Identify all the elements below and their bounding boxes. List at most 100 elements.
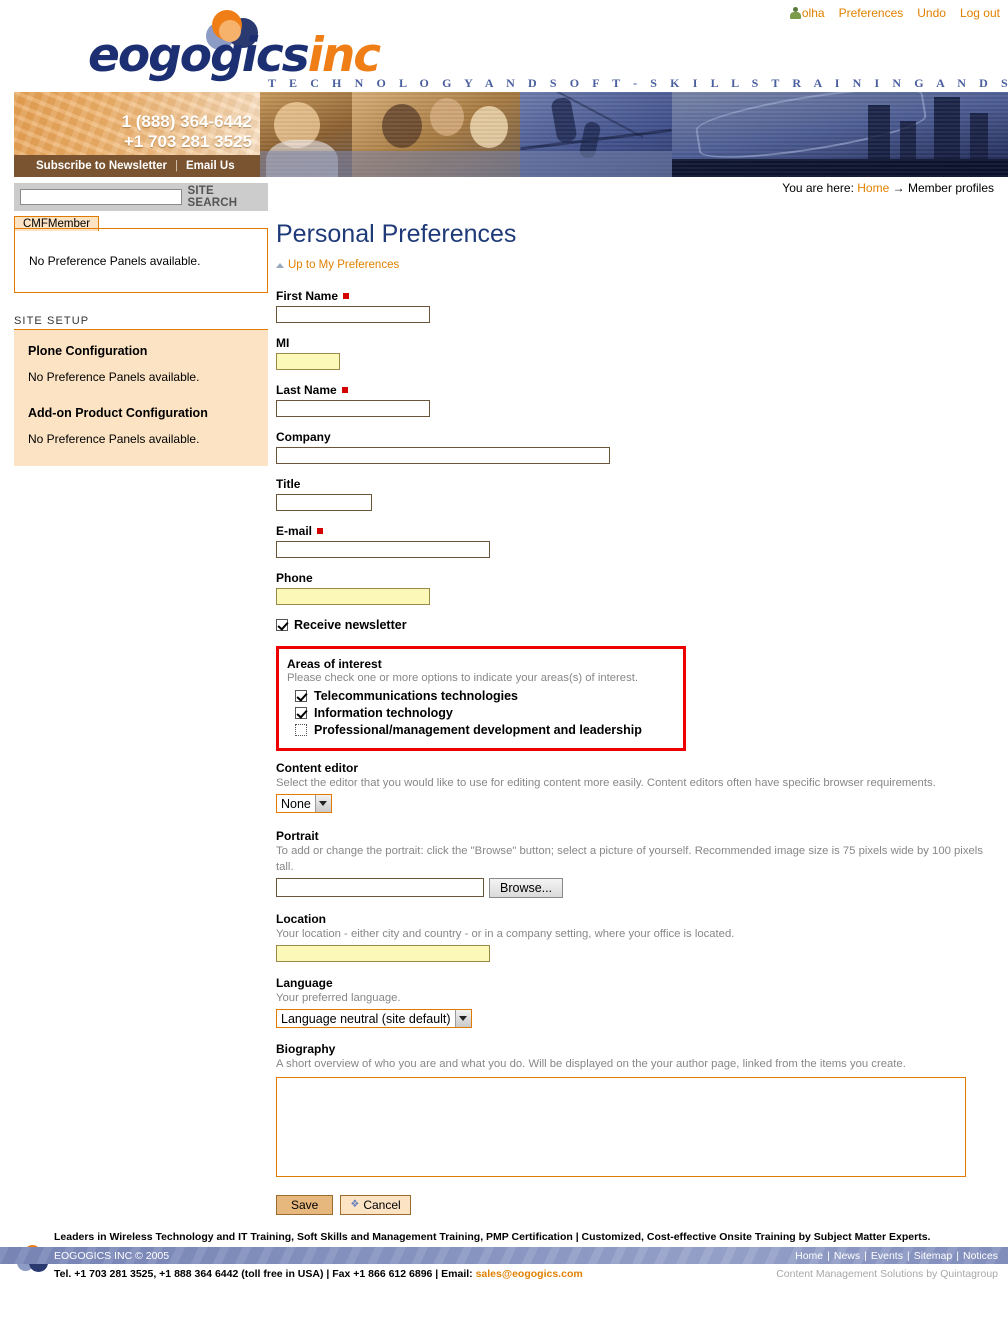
field-last-name: Last Name bbox=[276, 383, 1000, 417]
cancel-button-label: Cancel bbox=[363, 1197, 401, 1212]
areas-of-interest-title: Areas of interest bbox=[287, 657, 382, 671]
biography-textarea[interactable] bbox=[276, 1076, 966, 1177]
breadcrumb: You are here: Home → Member profiles bbox=[782, 181, 994, 195]
footer-copyright: EOGOGICS INC © 2005 bbox=[54, 1249, 170, 1262]
receive-newsletter-checkbox[interactable] bbox=[276, 619, 288, 631]
footer-nav-home[interactable]: Home bbox=[795, 1250, 823, 1262]
language-selected-value: Language neutral (site default) bbox=[281, 1011, 451, 1026]
up-to-preferences[interactable]: Up to My Preferences bbox=[276, 259, 1000, 271]
email-us-link[interactable]: Email Us bbox=[186, 160, 235, 172]
field-language: Language Your preferred language. Langua… bbox=[276, 976, 1000, 1029]
arrow-up-icon bbox=[276, 262, 284, 268]
field-email: E-mail bbox=[276, 524, 1000, 558]
professional-development-checkbox[interactable] bbox=[295, 724, 307, 736]
biography-label-text: Biography bbox=[276, 1042, 336, 1057]
telecom-technologies-checkbox[interactable] bbox=[295, 690, 307, 702]
logo-text-secondary: inc bbox=[307, 28, 381, 83]
location-input[interactable] bbox=[276, 945, 490, 962]
content-editor-help: Select the editor that you would like to… bbox=[276, 777, 936, 789]
logo-wordmark: eogogicsinc bbox=[88, 32, 381, 79]
search-input[interactable] bbox=[20, 189, 182, 205]
required-indicator-icon bbox=[317, 528, 324, 534]
banner-contact-panel: 1 (888) 364-6442 +1 703 281 3525 Subscri… bbox=[14, 92, 260, 177]
addon-configuration-note: No Preference Panels available. bbox=[28, 432, 200, 446]
first-name-label: First Name bbox=[276, 289, 1000, 303]
areas-of-interest-option[interactable]: Professional/management development and … bbox=[287, 723, 673, 737]
required-indicator-icon bbox=[341, 387, 348, 393]
field-location: Location Your location - either city and… bbox=[276, 912, 1000, 962]
footer-contact: Tel. +1 703 281 3525, +1 888 364 6442 (t… bbox=[54, 1268, 583, 1280]
field-portrait: Portrait To add or change the portrait: … bbox=[276, 829, 1000, 898]
mi-label: MI bbox=[276, 336, 1000, 350]
site-header: eogogicsinc T E C H N O L O G Y A N D S … bbox=[0, 0, 1008, 92]
portrait-label: Portrait bbox=[276, 829, 1000, 843]
banner-links: Subscribe to Newsletter | Email Us bbox=[14, 155, 260, 177]
banner-separator: | bbox=[175, 160, 179, 172]
footer-email-link[interactable]: sales@eogogics.com bbox=[476, 1268, 583, 1280]
information-technology-checkbox[interactable] bbox=[295, 707, 307, 719]
location-label: Location bbox=[276, 912, 1000, 926]
mi-label-text: MI bbox=[276, 336, 290, 350]
form-actions: Save ❖ Cancel bbox=[276, 1194, 1000, 1215]
content-editor-select[interactable]: None bbox=[276, 794, 332, 814]
areas-of-interest-list: Telecommunications technologies Informat… bbox=[287, 689, 673, 737]
plone-configuration-note: No Preference Panels available. bbox=[28, 370, 200, 384]
biography-help: A short overview of who you are and what… bbox=[276, 1058, 906, 1071]
footer-nav-sitemap[interactable]: Sitemap bbox=[914, 1250, 953, 1262]
portrait-file-input[interactable] bbox=[276, 878, 484, 898]
save-button[interactable]: Save bbox=[276, 1194, 334, 1215]
breadcrumb-home-link[interactable]: Home bbox=[857, 181, 889, 195]
language-select[interactable]: Language neutral (site default) bbox=[276, 1009, 472, 1029]
company-label-text: Company bbox=[276, 430, 331, 444]
site-setup-heading: SITE SETUP bbox=[14, 315, 268, 330]
required-indicator-icon bbox=[343, 293, 350, 299]
email-input[interactable] bbox=[276, 541, 490, 558]
browse-button[interactable]: Browse... bbox=[489, 877, 564, 898]
content-editor-label: Content editor bbox=[276, 761, 1000, 775]
page-title: Personal Preferences bbox=[276, 220, 517, 248]
field-company: Company bbox=[276, 430, 1000, 464]
cancel-icon: ❖ bbox=[350, 1198, 360, 1210]
banner-phone-numbers: 1 (888) 364-6442 +1 703 281 3525 bbox=[122, 112, 252, 152]
subscribe-newsletter-link[interactable]: Subscribe to Newsletter bbox=[36, 160, 167, 172]
areas-of-interest-group: Areas of interest Please check one or mo… bbox=[276, 646, 686, 751]
location-label-text: Location bbox=[276, 911, 326, 926]
biography-label: Biography bbox=[276, 1042, 1000, 1056]
chevron-down-icon[interactable] bbox=[314, 795, 331, 813]
title-input[interactable] bbox=[276, 494, 372, 511]
footer-contact-text: Tel. +1 703 281 3525, +1 888 364 6442 (t… bbox=[54, 1268, 476, 1280]
footer-nav-events[interactable]: Events bbox=[871, 1250, 903, 1262]
company-label: Company bbox=[276, 430, 1000, 444]
chevron-down-icon[interactable] bbox=[454, 1010, 471, 1028]
phone-label: Phone bbox=[276, 571, 1000, 585]
field-content-editor: Content editor Select the editor that yo… bbox=[276, 761, 1000, 814]
telecom-technologies-label: Telecommunications technologies bbox=[314, 689, 518, 703]
language-help: Your preferred language. bbox=[276, 992, 401, 1004]
footer-bottom: Tel. +1 703 281 3525, +1 888 364 6442 (t… bbox=[0, 1268, 1008, 1280]
areas-of-interest-option[interactable]: Information technology bbox=[287, 706, 673, 720]
first-name-input[interactable] bbox=[276, 306, 430, 323]
banner-photo-student bbox=[260, 92, 352, 177]
phone-input[interactable] bbox=[276, 588, 430, 605]
banner-photo-classroom bbox=[352, 92, 520, 177]
last-name-input[interactable] bbox=[276, 400, 430, 417]
footer-nav-notices[interactable]: Notices bbox=[963, 1250, 998, 1262]
plone-configuration-title: Plone Configuration bbox=[28, 344, 148, 358]
breadcrumb-prefix: You are here: bbox=[782, 181, 854, 195]
phone-label-text: Phone bbox=[276, 571, 313, 585]
field-receive-newsletter[interactable]: Receive newsletter bbox=[276, 618, 1000, 632]
footer-nav-news[interactable]: News bbox=[834, 1250, 860, 1262]
cancel-button[interactable]: ❖ Cancel bbox=[340, 1194, 411, 1215]
site-tagline: T E C H N O L O G Y A N D S O F T - S K … bbox=[268, 76, 1008, 90]
field-title: Title bbox=[276, 477, 1000, 511]
up-to-preferences-link[interactable]: Up to My Preferences bbox=[288, 259, 399, 271]
company-input[interactable] bbox=[276, 447, 610, 464]
addon-configuration-title: Add-on Product Configuration bbox=[28, 406, 208, 420]
cmfmember-panel: No Preference Panels available. bbox=[14, 229, 268, 293]
title-label-text: Title bbox=[276, 477, 301, 491]
areas-of-interest-option[interactable]: Telecommunications technologies bbox=[287, 689, 673, 703]
first-name-label-text: First Name bbox=[276, 289, 339, 303]
mi-input[interactable] bbox=[276, 353, 340, 370]
content-editor-label-text: Content editor bbox=[276, 761, 358, 775]
phone-toll-free: 1 (888) 364-6442 bbox=[121, 112, 252, 131]
